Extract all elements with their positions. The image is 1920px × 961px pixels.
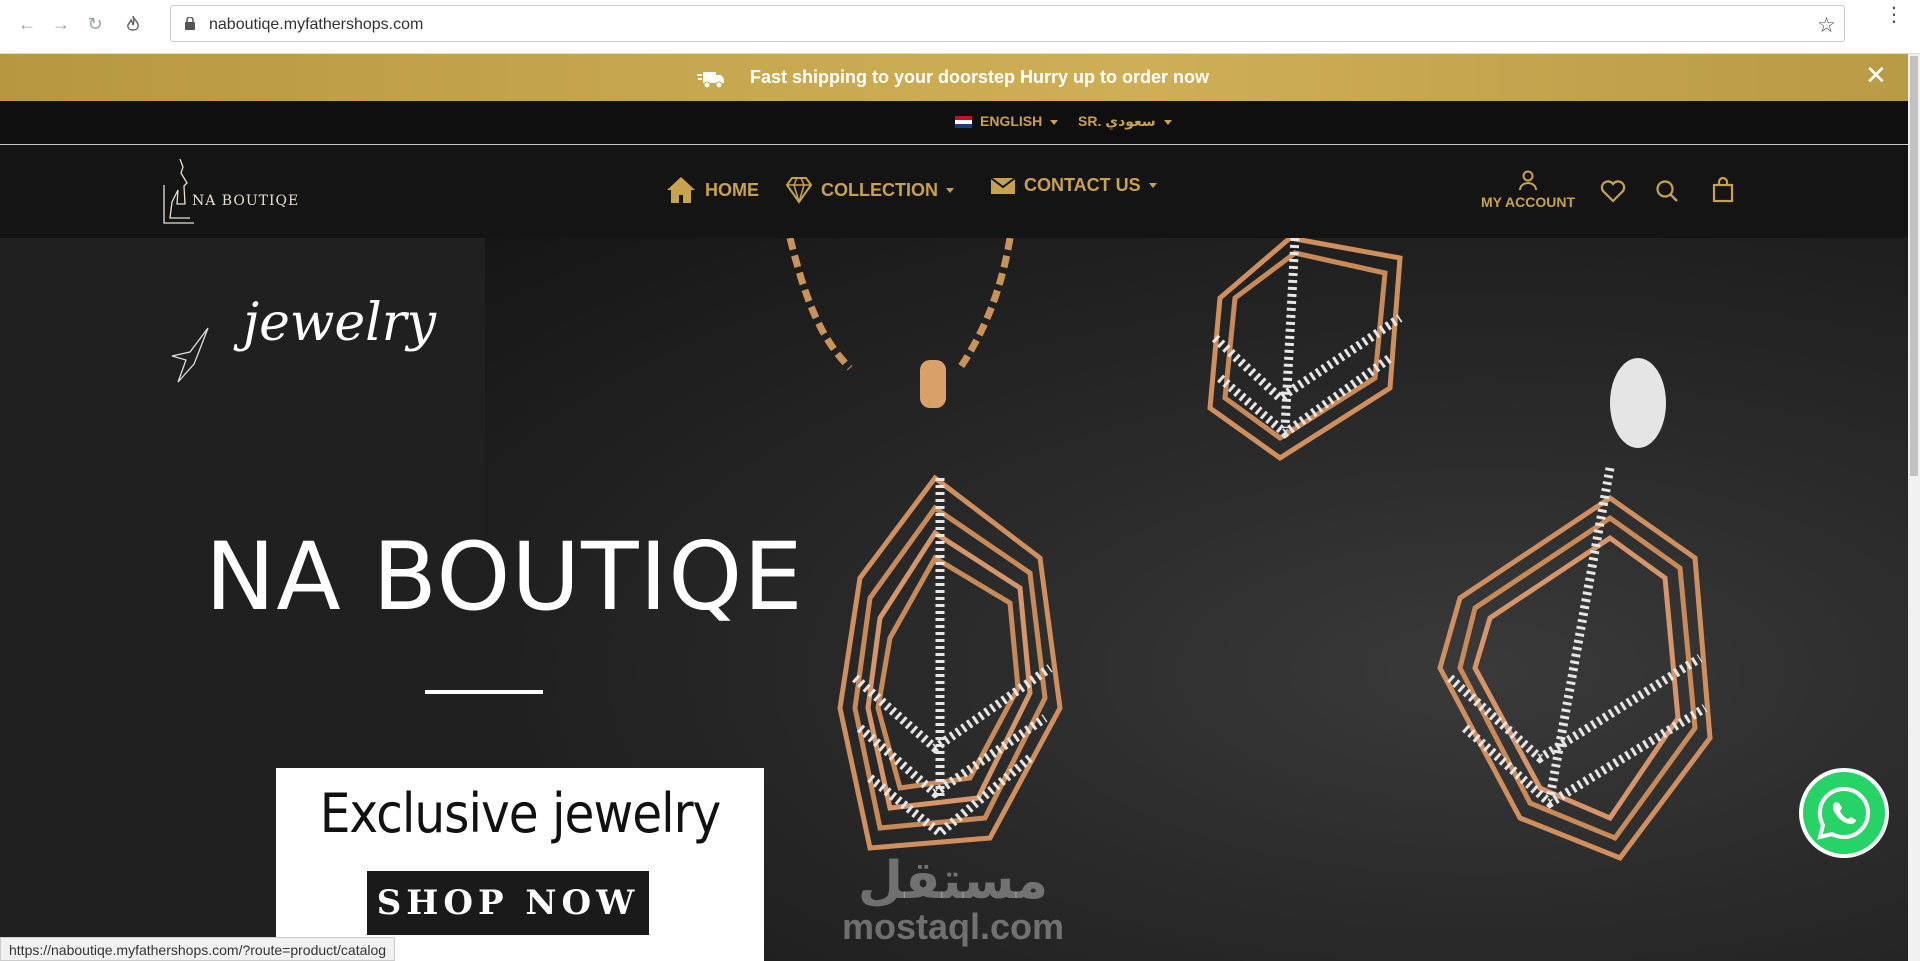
envelope-icon bbox=[990, 176, 1016, 194]
shopping-bag-icon[interactable] bbox=[1712, 177, 1734, 203]
watermark-domain: mostaql.com bbox=[842, 906, 1065, 947]
site-header: NA BOUTIQE HOME COLLECTION CONTACT US MY… bbox=[0, 145, 1908, 238]
promo-box: Exclusive jewelry SHOP NOW bbox=[276, 768, 764, 961]
nav-home-label: HOME bbox=[705, 179, 759, 200]
scrollbar-thumb[interactable] bbox=[1910, 56, 1918, 476]
watermark: مستقل mostaql.com bbox=[842, 853, 1064, 945]
home-flame-icon[interactable] bbox=[121, 12, 145, 36]
hero-banner: jewelry NA BOUTIQE Exclusive jewelry SHO… bbox=[0, 238, 1908, 961]
close-icon[interactable]: ✕ bbox=[1865, 60, 1887, 91]
nav-collection-label: COLLECTION bbox=[821, 179, 938, 200]
hero-script-text: jewelry bbox=[243, 293, 437, 353]
browser-menu-icon[interactable]: ⋮ bbox=[1884, 5, 1904, 25]
hummingbird-icon bbox=[171, 327, 209, 383]
watermark-arabic: مستقل bbox=[857, 852, 1049, 910]
nav-home[interactable]: HOME bbox=[665, 175, 759, 205]
my-account-label: MY ACCOUNT bbox=[1480, 194, 1576, 210]
home-icon bbox=[667, 177, 695, 203]
hero-title: NA BOUTIQE bbox=[205, 523, 804, 632]
link-status-bar: https://naboutiqe.myfathershops.com/?rou… bbox=[0, 937, 396, 961]
nav-collection[interactable]: COLLECTION bbox=[785, 175, 954, 205]
truck-icon bbox=[697, 72, 724, 89]
chevron-down-icon bbox=[1163, 119, 1172, 125]
chevron-down-icon bbox=[946, 187, 954, 193]
language-selector[interactable]: ENGLISH bbox=[980, 113, 1059, 129]
search-icon[interactable] bbox=[1655, 179, 1679, 203]
nav-contact-label: CONTACT US bbox=[1024, 175, 1141, 195]
diamond-icon bbox=[785, 177, 813, 204]
hero-divider bbox=[425, 690, 543, 694]
uk-flag-icon bbox=[955, 116, 972, 128]
lock-icon bbox=[185, 17, 195, 30]
my-account-link[interactable]: MY ACCOUNT bbox=[1478, 169, 1578, 210]
heart-icon[interactable] bbox=[1600, 179, 1626, 203]
logo-text: NA BOUTIQE bbox=[192, 193, 300, 209]
currency-selector[interactable]: SR. سعودي bbox=[1078, 113, 1172, 130]
announcement-bar: Fast shipping to your doorstep Hurry up … bbox=[0, 54, 1908, 101]
language-currency-bar: ENGLISH SR. سعودي bbox=[0, 101, 1908, 145]
reload-icon[interactable]: ↻ bbox=[83, 12, 107, 36]
announcement-text: Fast shipping to your doorstep Hurry up … bbox=[750, 67, 1209, 87]
promo-headline: Exclusive jewelry bbox=[319, 782, 722, 845]
nav-contact[interactable]: CONTACT US bbox=[990, 175, 1157, 196]
currency-label: SR. سعودي bbox=[1078, 113, 1156, 129]
language-label: ENGLISH bbox=[980, 113, 1043, 129]
chevron-down-icon bbox=[1050, 119, 1059, 125]
browser-toolbar: ← → ↻ naboutiqe.myfathershops.com ☆ ⋮ bbox=[0, 0, 1920, 54]
address-bar[interactable]: naboutiqe.myfathershops.com ☆ bbox=[170, 5, 1845, 42]
bookmark-star-icon[interactable]: ☆ bbox=[1817, 13, 1836, 38]
whatsapp-icon bbox=[1817, 786, 1870, 840]
shop-now-button[interactable]: SHOP NOW bbox=[367, 871, 649, 935]
page-scrollbar[interactable] bbox=[1908, 54, 1920, 961]
logo-figure-icon bbox=[163, 158, 194, 224]
chevron-down-icon bbox=[1148, 183, 1157, 188]
site-logo[interactable]: NA BOUTIQE bbox=[160, 155, 310, 227]
back-arrow-icon[interactable]: ← bbox=[15, 12, 39, 36]
address-url: naboutiqe.myfathershops.com bbox=[209, 16, 424, 33]
whatsapp-button[interactable] bbox=[1799, 768, 1889, 858]
user-icon bbox=[1519, 170, 1537, 191]
forward-arrow-icon[interactable]: → bbox=[49, 12, 73, 36]
